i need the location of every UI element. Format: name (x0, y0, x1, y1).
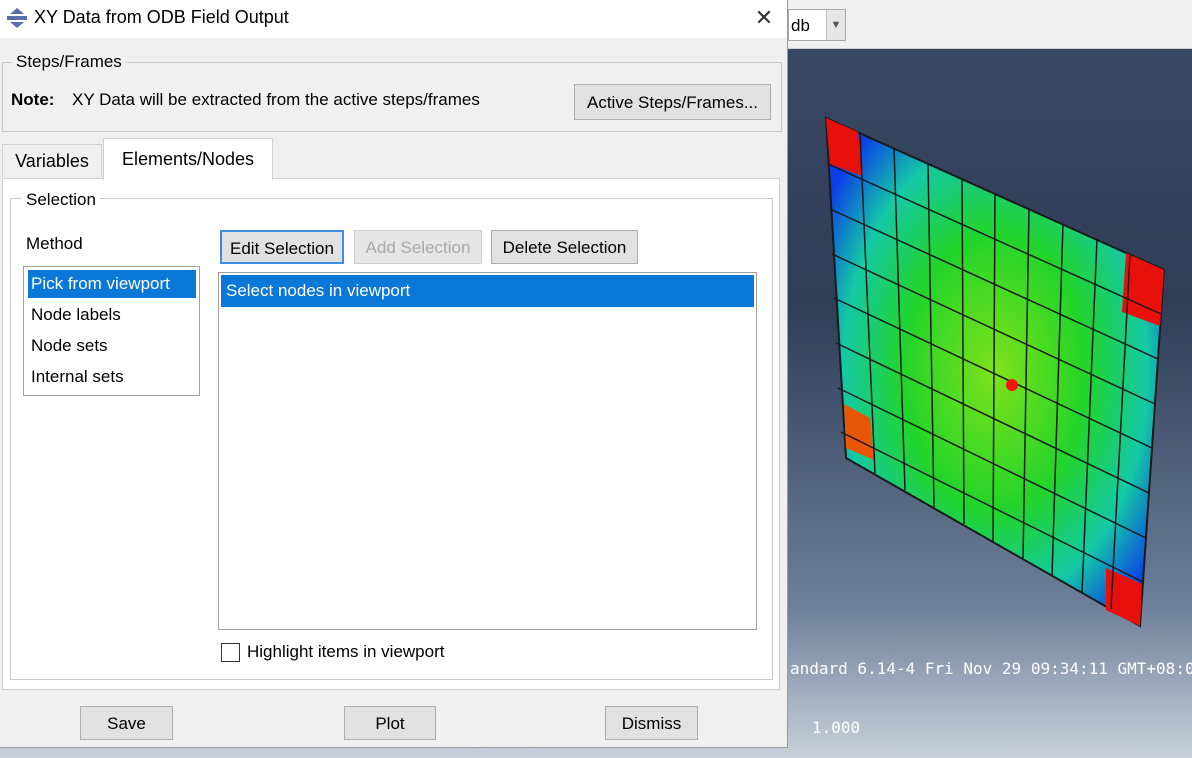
tab-variables[interactable]: Variables (2, 144, 102, 177)
edit-selection-button[interactable]: Edit Selection (220, 230, 344, 264)
odb-selector-combo[interactable]: db ▼ (788, 9, 846, 41)
list-item[interactable]: Select nodes in viewport (221, 275, 754, 307)
method-item-node-sets[interactable]: Node sets (28, 332, 196, 360)
app-logo-icon (7, 8, 27, 28)
method-item-internal-sets[interactable]: Internal sets (28, 363, 196, 391)
highlight-items-label[interactable]: Highlight items in viewport (247, 642, 444, 662)
method-item-pick-from-viewport[interactable]: Pick from viewport (28, 270, 196, 298)
viewport-status-text: andard 6.14-4 Fri Nov 29 09:34:11 GMT+08… (790, 659, 1192, 678)
steps-frames-label: Steps/Frames (12, 52, 126, 72)
xy-data-dialog: XY Data from ODB Field Output ✕ Steps/Fr… (0, 0, 788, 748)
note-label: Note: (11, 90, 55, 109)
dialog-title: XY Data from ODB Field Output (34, 7, 289, 27)
method-label: Method (26, 234, 83, 253)
method-list[interactable]: Pick from viewport Node labels Node sets… (23, 266, 200, 396)
plot-button[interactable]: Plot (344, 706, 436, 740)
add-selection-button[interactable]: Add Selection (354, 230, 482, 264)
delete-selection-button[interactable]: Delete Selection (491, 230, 638, 264)
chevron-down-icon[interactable]: ▼ (826, 10, 845, 40)
highlight-items-checkbox[interactable] (221, 643, 240, 662)
active-steps-frames-button[interactable]: Active Steps/Frames... (574, 84, 771, 120)
odb-combo-text: db (791, 16, 810, 35)
note-text: XY Data will be extracted from the activ… (72, 90, 480, 109)
close-icon[interactable]: ✕ (744, 0, 784, 36)
method-item-node-labels[interactable]: Node labels (28, 301, 196, 329)
picked-node-marker (1006, 379, 1018, 391)
save-button[interactable]: Save (80, 706, 173, 740)
viewport-toolbar (788, 0, 1192, 49)
contour-mesh-plot (824, 116, 1166, 628)
tab-elements-nodes[interactable]: Elements/Nodes (103, 138, 273, 180)
selection-group-label: Selection (22, 190, 100, 210)
viewport-scale-text: 1.000 (812, 718, 861, 737)
dialog-titlebar[interactable]: XY Data from ODB Field Output ✕ (0, 0, 787, 38)
dismiss-button[interactable]: Dismiss (605, 706, 698, 740)
selection-list[interactable]: Select nodes in viewport (218, 272, 757, 630)
